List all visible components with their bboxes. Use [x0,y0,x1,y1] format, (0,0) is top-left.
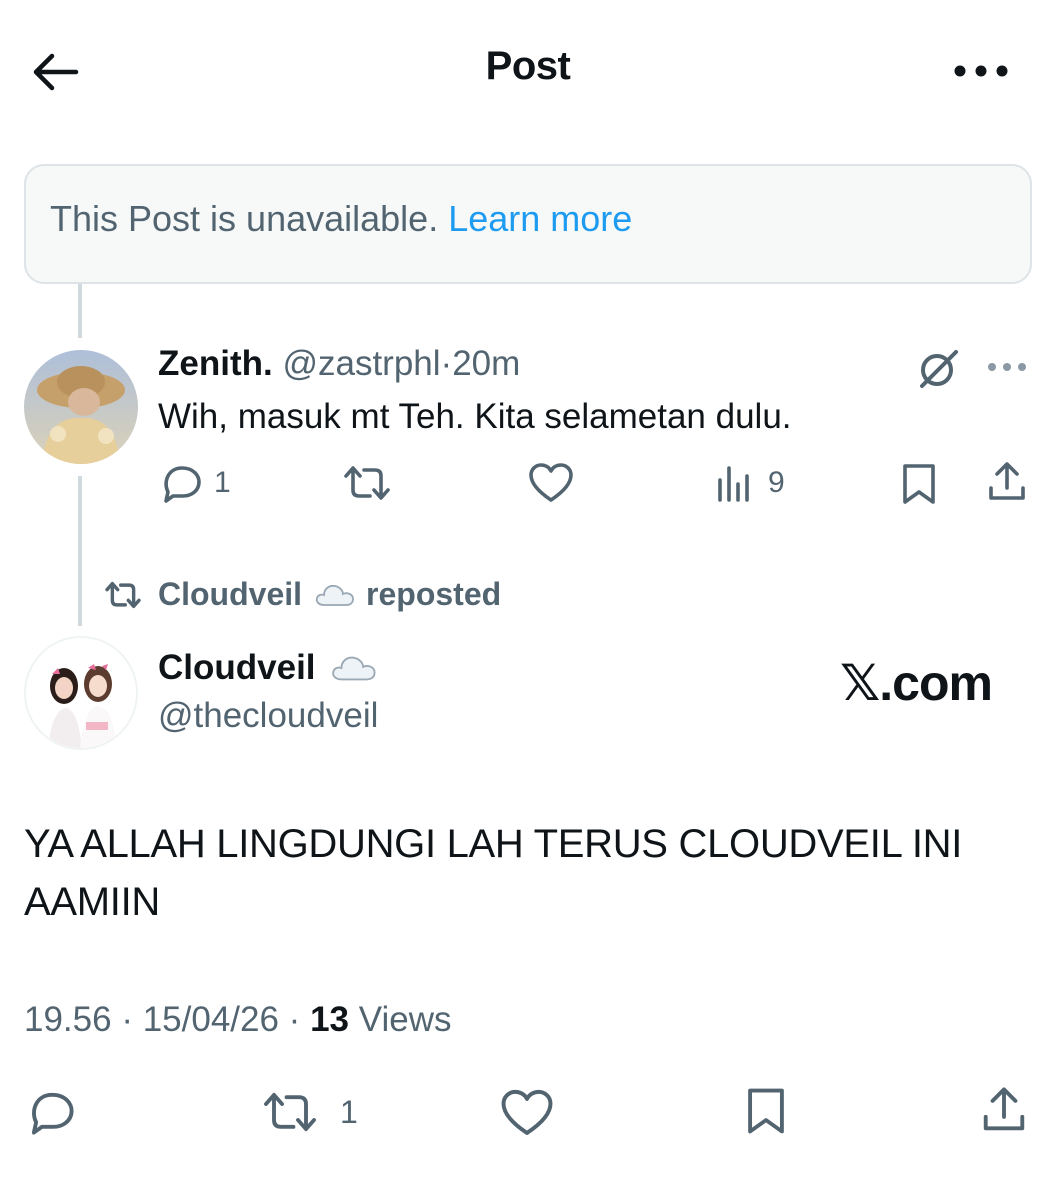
grok-icon [920,350,958,388]
post-display-name[interactable]: Cloudveil [158,648,316,688]
thread-line [78,284,82,338]
reply-icon [31,1092,74,1135]
post-share-button[interactable] [980,1084,1028,1136]
reply-views-count: 9 [768,466,785,499]
post-date[interactable]: 15/04/26 [143,1000,279,1039]
post-bookmark-button[interactable] [744,1086,788,1136]
learn-more-link[interactable]: Learn more [448,198,632,239]
post-meta: 19.56 · 15/04/26 · 13 Views [24,1000,452,1039]
share-icon [989,462,1025,500]
reply-bookmark-button[interactable] [900,462,938,506]
reply-share-button[interactable] [986,460,1028,504]
reply-more-button[interactable] [986,360,1028,374]
repost-icon [344,466,390,500]
views-icon [718,466,749,502]
cloud-icon [331,656,376,681]
page-title: Post [485,44,571,88]
thread-line [78,476,82,626]
reply-views-button[interactable]: 9 [716,462,785,504]
repost-user-name[interactable]: Cloudveil [158,576,302,613]
post-avatar[interactable] [24,636,138,750]
reply-separator: · [440,344,453,383]
reply-reply-button[interactable]: 1 [160,462,231,504]
avatar-image [26,638,136,748]
post-handle[interactable]: @thecloudveil [158,696,378,736]
unavailable-text: This Post is unavailable. Learn more [50,198,632,240]
unavailable-message: This Post is unavailable. [50,198,439,239]
repost-icon [105,581,141,608]
bookmark-icon [903,464,935,504]
post-repost-count: 1 [340,1093,358,1130]
repost-label: reposted [366,576,502,612]
grok-button[interactable] [916,346,960,390]
like-icon [501,1089,553,1135]
reply-text: Wih, masuk mt Teh. Kita selametan dulu. [158,397,792,436]
reply-time[interactable]: 20m [452,344,520,383]
post-time[interactable]: 19.56 [24,1000,112,1039]
reply-header: Zenith. @zastrphl·20m [158,344,520,384]
reply-repost-button[interactable] [342,462,392,504]
share-icon [983,1087,1025,1131]
post-views-count: 13 [310,1000,349,1039]
repost-icon [264,1092,316,1132]
reply-like-button[interactable] [528,462,574,504]
post-repost-button[interactable]: 1 [260,1088,358,1136]
like-icon [529,463,573,502]
reply-avatar[interactable] [24,350,138,464]
bookmark-icon [748,1088,784,1134]
more-button[interactable] [950,56,1012,86]
xcom-watermark: 𝕏.com [840,655,993,711]
reply-handle[interactable]: @zastrphl [282,344,440,383]
cloud-icon [315,584,354,606]
post-text: YA ALLAH LINGDUNGI LAH TERUS CLOUDVEIL I… [24,822,963,924]
post-reply-button[interactable] [26,1088,76,1136]
repost-banner[interactable]: Cloudveil reposted [104,576,501,613]
reply-count: 1 [214,466,231,499]
more-icon [954,65,1008,77]
reply-display-name[interactable]: Zenith. [158,344,273,383]
post-author: Cloudveil [158,648,378,688]
more-icon [988,363,1026,371]
avatar-image [24,350,138,464]
post-views-label: Views [358,1000,452,1039]
post-like-button[interactable] [500,1088,554,1138]
reply-icon [164,466,201,503]
